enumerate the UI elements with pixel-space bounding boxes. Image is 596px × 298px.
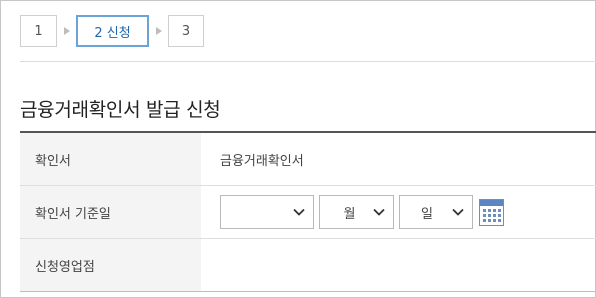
form-row-certificate: 확인서 금융거래확인서 <box>20 133 596 186</box>
step-3-label: 3 <box>181 23 191 39</box>
step-2-label: 2 신청 <box>94 25 131 41</box>
step-indicator: 1 2 신청 3 <box>20 15 204 47</box>
step-3: 3 <box>168 15 204 47</box>
calendar-icon[interactable] <box>478 198 505 227</box>
chevron-down-icon <box>373 208 387 216</box>
year-select[interactable] <box>220 195 314 229</box>
form-row-reference-date: 확인서 기준일 월 일 <box>20 186 596 239</box>
month-select-value: 월 <box>343 206 356 222</box>
certificate-value: 금융거래확인서 <box>220 153 304 169</box>
row-label-reference-date: 확인서 기준일 <box>20 186 201 238</box>
page-frame: 1 2 신청 3 금융거래확인서 발급 신청 확인서 금융거래확인서 확인서 기… <box>0 0 596 298</box>
section-divider <box>20 61 596 62</box>
row-label-certificate: 확인서 <box>20 133 201 185</box>
application-form: 확인서 금융거래확인서 확인서 기준일 월 일 신청영업점 <box>20 131 596 292</box>
month-select[interactable]: 월 <box>319 195 394 229</box>
page-title: 금융거래확인서 발급 신청 <box>20 99 221 121</box>
step-1-label: 1 <box>34 23 43 39</box>
step-2-active: 2 신청 <box>76 15 149 47</box>
form-row-branch: 신청영업점 <box>20 239 596 292</box>
day-select[interactable]: 일 <box>399 195 473 229</box>
step-1: 1 <box>20 15 57 47</box>
triangle-right-icon <box>149 15 168 47</box>
reference-date-controls: 월 일 <box>201 186 596 238</box>
day-select-value: 일 <box>421 206 433 222</box>
row-label-branch: 신청영업점 <box>20 239 201 291</box>
chevron-down-icon <box>452 208 466 216</box>
chevron-down-icon <box>293 208 307 216</box>
triangle-right-icon <box>57 15 76 47</box>
branch-value <box>201 239 596 291</box>
